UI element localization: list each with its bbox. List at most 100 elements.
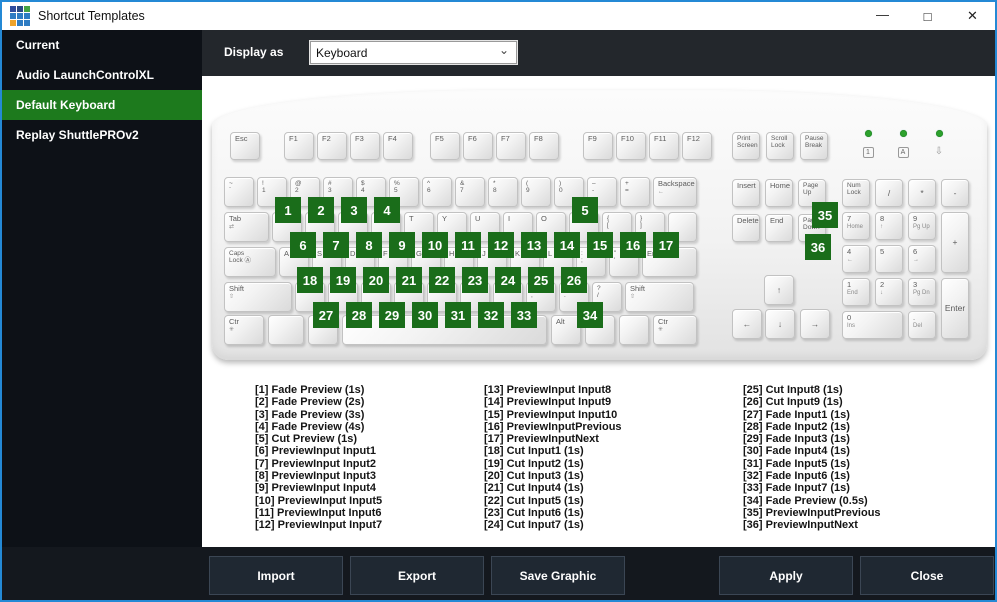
key-scroll-lock[interactable]: Scroll Lock xyxy=(766,132,794,160)
key-shift-right[interactable]: Shift ⇧ xyxy=(625,282,694,312)
maximize-button[interactable]: □ xyxy=(905,2,950,30)
sidebar-item-default-keyboard[interactable]: Default Keyboard xyxy=(2,90,202,120)
key-np-7[interactable]: 7 Home xyxy=(842,212,870,240)
close-button[interactable]: Close xyxy=(860,556,994,595)
key-7[interactable]: & 7 xyxy=(455,177,485,207)
key-end[interactable]: End xyxy=(765,214,793,242)
key-f2[interactable]: F2 xyxy=(317,132,347,160)
shortcut-badge-34: 34 xyxy=(577,302,603,328)
num-lock-led-icon: 1 xyxy=(862,147,874,158)
sidebar-item-audio-launchcontrolxl[interactable]: Audio LaunchControlXL xyxy=(2,60,202,90)
key-print-screen[interactable]: Print Screen xyxy=(732,132,760,160)
key-ctrl-right[interactable]: Ctr ✳ xyxy=(653,315,697,345)
key-pause-break[interactable]: Pause Break xyxy=(800,132,828,160)
key-np-divide[interactable]: / xyxy=(875,179,903,207)
logo-square-2 xyxy=(17,6,23,12)
key-f11[interactable]: F11 xyxy=(649,132,679,160)
key-np-3[interactable]: 3 Pg Dn xyxy=(908,278,936,306)
minimize-button[interactable]: — xyxy=(860,2,905,30)
key-f9[interactable]: F9 xyxy=(583,132,613,160)
key-num-lock[interactable]: Num Lock xyxy=(842,179,870,207)
key-f4[interactable]: F4 xyxy=(383,132,413,160)
logo-square-8 xyxy=(17,20,23,26)
key-f10[interactable]: F10 xyxy=(616,132,646,160)
key-backtick[interactable]: ~ ` xyxy=(224,177,254,207)
maximize-icon: □ xyxy=(923,8,932,24)
key-insert[interactable]: Insert xyxy=(732,179,760,207)
key-esc[interactable]: Esc xyxy=(230,132,260,160)
key-np-multiply[interactable]: * xyxy=(908,179,936,207)
shortcut-item: [11] PreviewInput Input6 xyxy=(255,506,382,519)
key-np-5[interactable]: 5 xyxy=(875,245,903,273)
save-graphic-button[interactable]: Save Graphic xyxy=(491,556,625,595)
shortcut-item: [36] PreviewInputNext xyxy=(743,519,858,532)
shortcut-badge-26: 26 xyxy=(561,267,587,293)
key-delete[interactable]: Delete xyxy=(732,214,760,242)
key-backspace[interactable]: Backspace ← xyxy=(653,177,697,207)
scroll-lock-led-dot xyxy=(935,130,943,137)
key-f6[interactable]: F6 xyxy=(463,132,493,160)
key-np-dot[interactable]: . Del xyxy=(908,311,936,339)
key-f3[interactable]: F3 xyxy=(350,132,380,160)
scroll-lock-led-icon: ⇩ xyxy=(934,146,944,157)
key-ctrl-left[interactable]: Ctr ✳ xyxy=(224,315,264,345)
key-arrow-up[interactable]: ↑ xyxy=(764,275,794,305)
shortcut-badge-36: 36 xyxy=(805,234,831,260)
shortcut-badge-1: 1 xyxy=(275,197,301,223)
logo-square-4 xyxy=(10,13,16,19)
shortcut-item: [31] Fade Input5 (1s) xyxy=(743,457,850,470)
window-title: Shortcut Templates xyxy=(38,9,145,23)
key-np-0[interactable]: 0 Ins xyxy=(842,311,903,339)
key-np-enter[interactable]: Enter xyxy=(941,278,969,339)
apply-button[interactable]: Apply xyxy=(719,556,853,595)
shortcut-item: [20] Cut Input3 (1s) xyxy=(484,470,584,483)
display-as-dropdown[interactable]: Keyboard ⌄ xyxy=(310,41,517,64)
sidebar-item-current[interactable]: Current xyxy=(2,30,202,60)
caps-lock-led-dot xyxy=(899,130,907,137)
caps-lock-led-icon: A xyxy=(897,147,909,158)
shortcut-item: [27] Fade Input1 (1s) xyxy=(743,408,850,421)
window-close-button[interactable]: ✕ xyxy=(950,2,995,30)
key-np-4[interactable]: 4 ← xyxy=(842,245,870,273)
key-arrow-left[interactable]: ← xyxy=(732,309,762,339)
key-f1[interactable]: F1 xyxy=(284,132,314,160)
key-home[interactable]: Home xyxy=(765,179,793,207)
titlebar[interactable]: Shortcut Templates — □ ✕ xyxy=(2,2,995,30)
key-np-9[interactable]: 9 Pg Up xyxy=(908,212,936,240)
key-arrow-down[interactable]: ↓ xyxy=(765,309,795,339)
shortcut-item: [29] Fade Input3 (1s) xyxy=(743,433,850,446)
export-button[interactable]: Export xyxy=(350,556,484,595)
chevron-down-icon: ⌄ xyxy=(498,43,509,57)
shortcut-badge-7: 7 xyxy=(323,232,349,258)
key-9[interactable]: (9 xyxy=(521,177,551,207)
key-np-1[interactable]: 1 End xyxy=(842,278,870,306)
key-np-8[interactable]: 8 ↑ xyxy=(875,212,903,240)
key-blank-3[interactable] xyxy=(619,315,649,345)
key-f8[interactable]: F8 xyxy=(529,132,559,160)
key-blank-1[interactable] xyxy=(268,315,304,345)
keyboard-graphic: Esc F1 F2 F3 F4 F5 F6 F7 F8 F9 F10 F11 F12 Print Scree… xyxy=(212,90,987,360)
key-arrow-right[interactable]: → xyxy=(800,309,830,339)
key-caps-lock[interactable]: Caps Lock Ⓐ xyxy=(224,247,276,277)
key-equals[interactable]: + = xyxy=(620,177,650,207)
key-np-subtract[interactable]: - xyxy=(941,179,969,207)
sidebar-item-replay-shuttleprov2[interactable]: Replay ShuttlePROv2 xyxy=(2,120,202,150)
key-shift-left[interactable]: Shift ⇧ xyxy=(224,282,292,312)
key-tab[interactable]: Tab ⇄ xyxy=(224,212,269,242)
shortcut-badge-14: 14 xyxy=(554,232,580,258)
key-np-add[interactable]: + xyxy=(941,212,969,273)
shortcut-item: [15] PreviewInput Input10 xyxy=(484,408,618,421)
shortcut-column-3: [25] Cut Input8 (1s) [26] Cut Input9 (1s)… xyxy=(743,384,881,532)
key-6[interactable]: ^ 6 xyxy=(422,177,452,207)
key-np-6[interactable]: 6 → xyxy=(908,245,936,273)
shortcut-item: [4] Fade Preview (4s) xyxy=(255,420,365,433)
key-f12[interactable]: F12 xyxy=(682,132,712,160)
shortcut-badge-32: 32 xyxy=(478,302,504,328)
key-f7[interactable]: F7 xyxy=(496,132,526,160)
import-button[interactable]: Import xyxy=(209,556,343,595)
key-8[interactable]: * 8 xyxy=(488,177,518,207)
key-np-2[interactable]: 2 ↓ xyxy=(875,278,903,306)
key-f5[interactable]: F5 xyxy=(430,132,460,160)
shortcut-item: [1] Fade Preview (1s) xyxy=(255,384,365,396)
app-logo-icon xyxy=(10,6,30,26)
